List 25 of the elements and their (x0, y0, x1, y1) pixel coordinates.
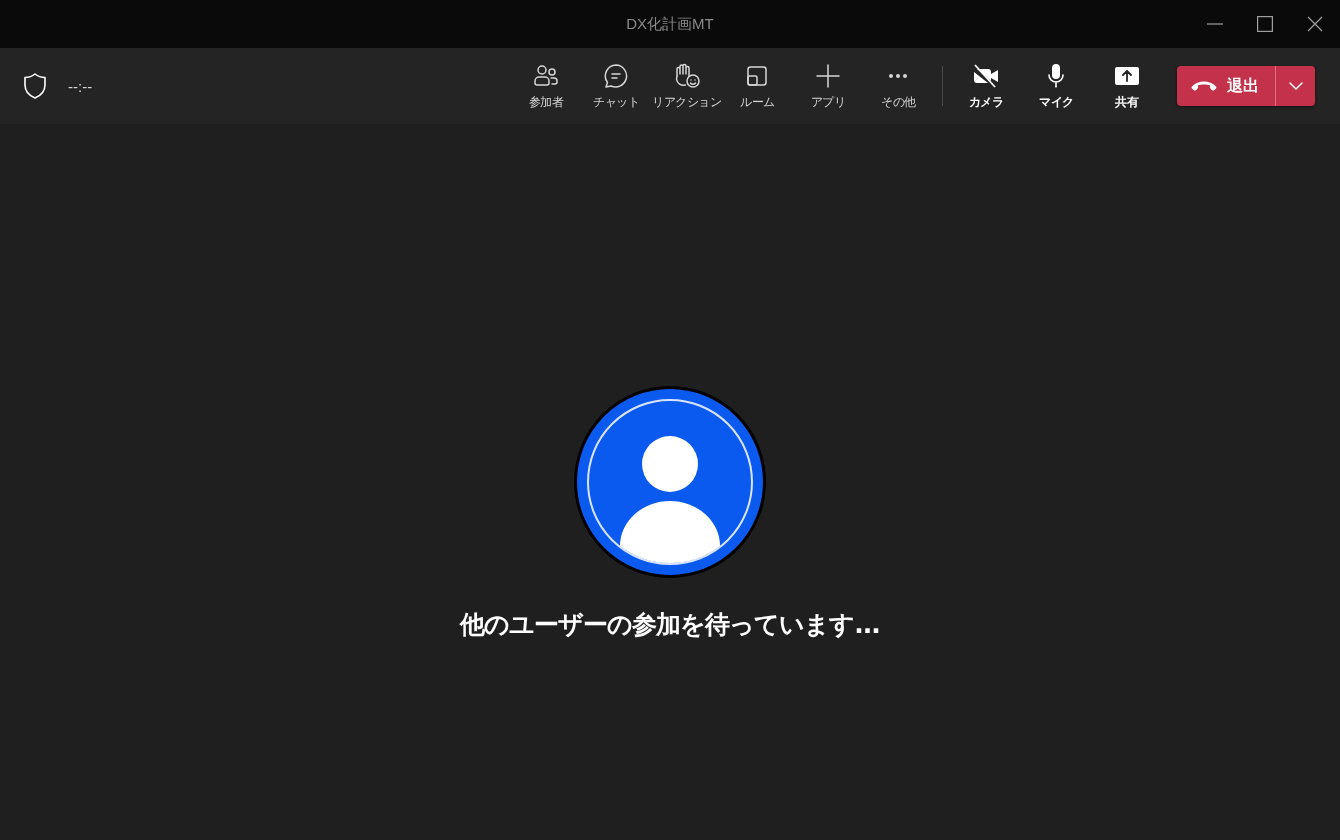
meeting-timer: --:-- (68, 77, 93, 95)
more-icon (889, 73, 908, 78)
chat-button[interactable]: チャット (581, 54, 652, 118)
mic-button[interactable]: マイク (1021, 54, 1092, 118)
window-title: DX化計画MT (626, 14, 714, 34)
reaction-button[interactable]: リアクション (651, 54, 722, 118)
plus-icon (814, 62, 841, 89)
people-icon (532, 62, 559, 89)
maximize-icon (1257, 16, 1273, 32)
room-button[interactable]: ルーム (722, 54, 793, 118)
minimize-icon (1207, 23, 1223, 25)
leave-button[interactable]: 退出 (1177, 66, 1275, 106)
shield-icon (22, 72, 48, 100)
room-icon (745, 63, 770, 88)
video-camera-off-icon (971, 62, 1000, 89)
camera-button[interactable]: カメラ (950, 54, 1021, 118)
phone-hang-up-icon (1191, 80, 1217, 92)
chevron-down-icon (1288, 82, 1303, 90)
apps-button[interactable]: アプリ (792, 54, 863, 118)
chat-icon (603, 62, 630, 89)
waiting-message: 他のユーザーの参加を待っています... (460, 609, 880, 641)
more-button[interactable]: その他 (863, 54, 934, 118)
people-button[interactable]: 参加者 (510, 54, 581, 118)
close-icon (1307, 16, 1323, 32)
share-button[interactable]: 共有 (1091, 54, 1162, 118)
